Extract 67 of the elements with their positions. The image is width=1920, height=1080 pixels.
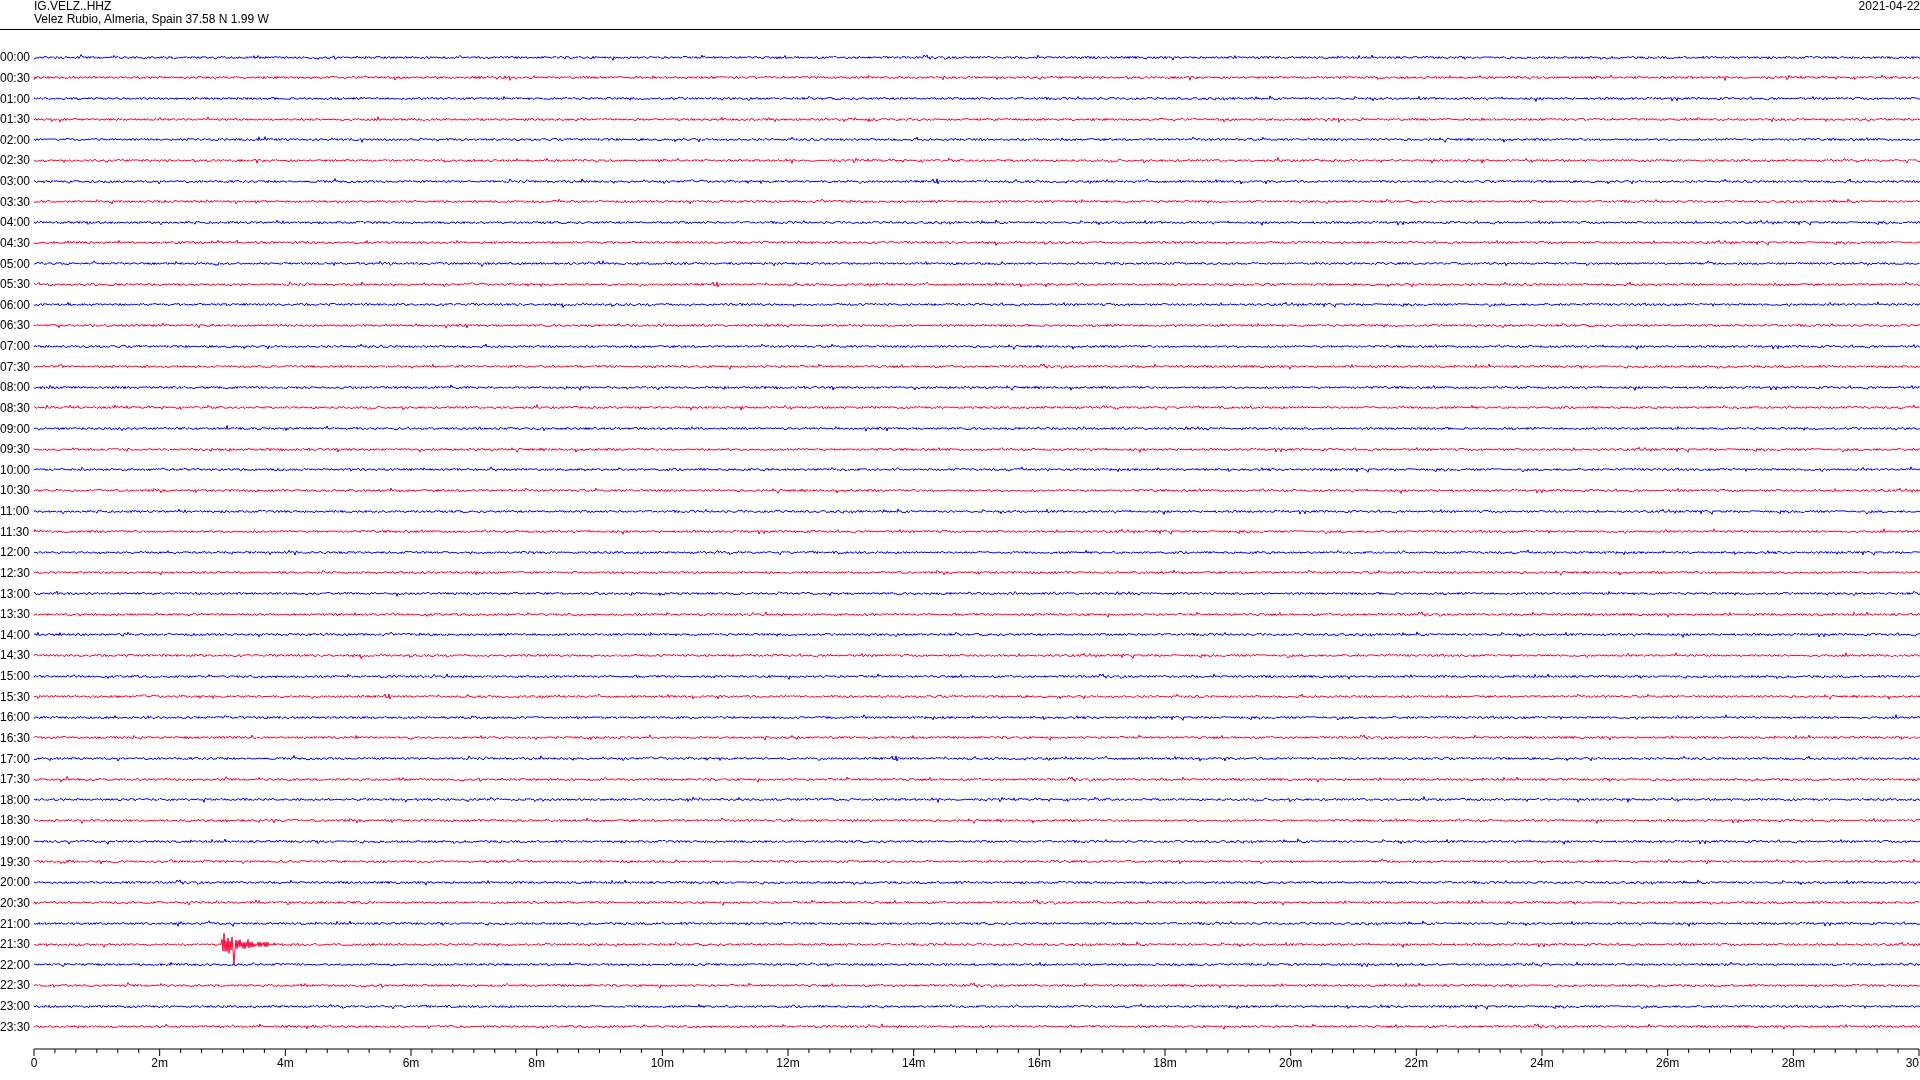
time-label: 16:00 — [0, 711, 32, 724]
time-label: 22:00 — [0, 958, 32, 971]
time-label: 02:00 — [0, 133, 32, 146]
time-label: 14:00 — [0, 628, 32, 641]
station-code: IG.VELZ..HHZ — [34, 0, 112, 14]
tick-label: 10m — [650, 1056, 674, 1070]
time-label: 08:00 — [0, 381, 32, 394]
time-label: 12:00 — [0, 546, 32, 559]
time-label: 05:00 — [0, 257, 32, 270]
time-label: 03:30 — [0, 195, 32, 208]
time-label: 11:30 — [0, 525, 31, 538]
time-label: 04:00 — [0, 216, 32, 229]
time-label: 12:30 — [0, 566, 32, 579]
time-label: 10:00 — [0, 463, 32, 476]
tick-label: 14m — [902, 1056, 926, 1070]
time-label: 13:30 — [0, 608, 32, 621]
tick-label: 6m — [402, 1056, 420, 1070]
time-label: 15:30 — [0, 690, 32, 703]
time-label: 19:30 — [0, 855, 32, 868]
time-label: 00:00 — [0, 51, 32, 64]
time-label: 14:30 — [0, 649, 32, 662]
tick-label: 22m — [1404, 1056, 1428, 1070]
time-label: 23:30 — [0, 1020, 32, 1033]
time-label: 11:00 — [0, 505, 31, 518]
time-label: 21:00 — [0, 917, 32, 930]
time-label: 16:30 — [0, 731, 32, 744]
time-label: 19:00 — [0, 835, 32, 848]
time-label: 20:00 — [0, 876, 32, 889]
time-label: 02:30 — [0, 154, 32, 167]
time-label: 15:00 — [0, 670, 32, 683]
tick-label: 24m — [1530, 1056, 1554, 1070]
tick-label: 18m — [1153, 1056, 1177, 1070]
tick-label: 26m — [1656, 1056, 1680, 1070]
time-label: 01:00 — [0, 92, 32, 105]
time-label: 17:00 — [0, 752, 32, 765]
tick-label: 28m — [1781, 1056, 1805, 1070]
time-label: 07:30 — [0, 360, 32, 373]
time-label: 10:30 — [0, 484, 32, 497]
time-label: 18:30 — [0, 814, 32, 827]
time-label: 20:30 — [0, 896, 32, 909]
tick-label: 12m — [776, 1056, 800, 1070]
time-label: 06:30 — [0, 319, 32, 332]
tick-label: 16m — [1027, 1056, 1051, 1070]
time-label: 18:00 — [0, 793, 32, 806]
time-label: 05:30 — [0, 278, 32, 291]
time-label: 09:30 — [0, 443, 32, 456]
time-label: 22:30 — [0, 979, 32, 992]
tick-label: 2m — [151, 1056, 168, 1070]
tick-label: 8m — [528, 1056, 545, 1070]
date-label: 2021-04-22 — [1858, 0, 1920, 14]
tick-label: 30 — [1905, 1056, 1919, 1070]
time-label: 06:00 — [0, 298, 32, 311]
time-label: 13:00 — [0, 587, 32, 600]
time-label: 01:30 — [0, 113, 32, 126]
tick-label: 4m — [277, 1056, 294, 1070]
time-label: 04:30 — [0, 236, 32, 249]
time-label: 23:00 — [0, 1000, 32, 1013]
time-label: 17:30 — [0, 773, 32, 786]
tick-label: 20m — [1279, 1056, 1303, 1070]
time-label: 09:00 — [0, 422, 32, 435]
time-label: 00:30 — [0, 71, 32, 84]
time-label: 21:30 — [0, 938, 32, 951]
station-location: Velez Rubio, Almeria, Spain 37.58 N 1.99 W — [34, 13, 269, 27]
time-label: 07:00 — [0, 340, 32, 353]
time-label: 03:00 — [0, 175, 32, 188]
time-label: 08:30 — [0, 401, 32, 414]
tick-label: 0 — [30, 1056, 38, 1070]
